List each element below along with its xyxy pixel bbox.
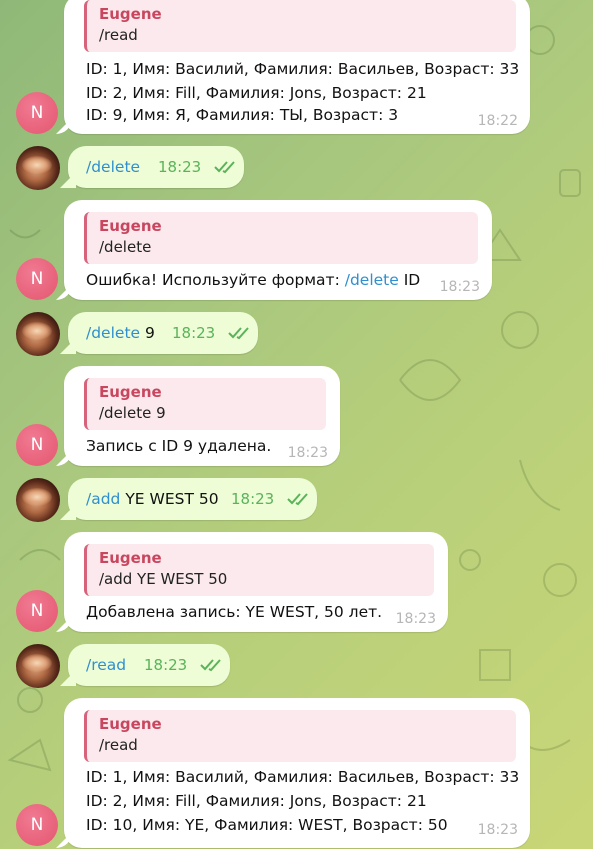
reply-quote[interactable]: Eugene /add YE WEST 50 [84, 544, 434, 596]
message-time: 18:22 [477, 113, 518, 129]
command-link[interactable]: /delete [86, 324, 140, 342]
message-line: Добавлена запись: YE WEST, 50 лет. [86, 603, 383, 621]
message-time: 18:23 [287, 445, 328, 461]
message-row: /read 18:23 [0, 644, 593, 688]
message-line: ID: 2, Имя: Fill, Фамилия: Jons, Возраст… [86, 84, 427, 102]
message-row: N Eugene /read ID: 1, Имя: Василий, Фами… [0, 0, 593, 134]
message-time: 18:23 [172, 324, 216, 342]
outgoing-message[interactable]: /read 18:23 [68, 644, 230, 686]
message-time: 18:23 [477, 822, 518, 838]
outgoing-message[interactable]: /delete 9 18:23 [68, 312, 258, 354]
reply-author: Eugene [99, 5, 162, 23]
reply-quote[interactable]: Eugene /read [84, 0, 516, 52]
message-line: ID: 9, Имя: Я, Фамилия: ТЫ, Возраст: 3 [86, 106, 399, 124]
reply-author: Eugene [99, 549, 162, 567]
bot-avatar[interactable]: N [16, 92, 58, 134]
message-line: Ошибка! Используйте формат: /delete ID [86, 271, 421, 289]
reply-text: /read [99, 736, 138, 754]
message-text: /add YE WEST 50 [86, 490, 219, 508]
user-avatar[interactable] [16, 146, 60, 190]
command-link[interactable]: /add [86, 490, 120, 508]
incoming-message[interactable]: Eugene /add YE WEST 50 Добавлена запись:… [64, 532, 448, 632]
message-time: 18:23 [395, 611, 436, 627]
bot-avatar[interactable]: N [16, 258, 58, 300]
message-line: ID: 1, Имя: Василий, Фамилия: Васильев, … [86, 60, 520, 78]
command-link[interactable]: /delete [86, 158, 140, 176]
incoming-message[interactable]: Eugene /read ID: 1, Имя: Василий, Фамили… [64, 0, 530, 134]
double-check-icon [200, 659, 221, 672]
message-row: N Eugene /delete Ошибка! Используйте фор… [0, 200, 593, 300]
message-line: ID: 2, Имя: Fill, Фамилия: Jons, Возраст… [86, 792, 427, 810]
outgoing-message[interactable]: /delete 18:23 [68, 146, 244, 188]
reply-text: /add YE WEST 50 [99, 570, 228, 588]
message-time: 18:23 [158, 158, 202, 176]
bot-avatar[interactable]: N [16, 804, 58, 846]
message-row: N Eugene /read ID: 1, Имя: Василий, Фами… [0, 698, 593, 849]
outgoing-message[interactable]: /add YE WEST 50 18:23 [68, 478, 317, 520]
double-check-icon [214, 161, 235, 174]
reply-quote[interactable]: Eugene /delete [84, 212, 478, 264]
message-time: 18:23 [144, 656, 188, 674]
incoming-message[interactable]: Eugene /delete 9 Запись с ID 9 удалена. … [64, 366, 340, 466]
double-check-icon [228, 327, 249, 340]
user-avatar[interactable] [16, 478, 60, 522]
reply-text: /read [99, 26, 138, 44]
reply-text: /delete 9 [99, 404, 166, 422]
reply-quote[interactable]: Eugene /read [84, 710, 516, 762]
command-link[interactable]: /read [86, 656, 126, 674]
incoming-message[interactable]: Eugene /delete Ошибка! Используйте форма… [64, 200, 492, 300]
message-time: 18:23 [231, 490, 275, 508]
double-check-icon [287, 493, 308, 506]
bot-avatar[interactable]: N [16, 424, 58, 466]
message-text: /read [86, 654, 126, 676]
message-row: N Eugene /add YE WEST 50 Добавлена запис… [0, 532, 593, 632]
message-line: ID: 1, Имя: Василий, Фамилия: Васильев, … [86, 768, 520, 786]
message-text: /delete 9 [86, 324, 155, 342]
message-line: ID: 10, Имя: YE, Фамилия: WEST, Возраст:… [86, 816, 448, 834]
reply-author: Eugene [99, 217, 162, 235]
user-avatar[interactable] [16, 312, 60, 356]
message-time: 18:23 [439, 279, 480, 295]
reply-quote[interactable]: Eugene /delete 9 [84, 378, 326, 430]
message-row: /delete 18:23 [0, 146, 593, 190]
message-line: Запись с ID 9 удалена. [86, 437, 272, 455]
incoming-message[interactable]: Eugene /read ID: 1, Имя: Василий, Фамили… [64, 698, 530, 848]
bot-avatar[interactable]: N [16, 590, 58, 632]
reply-author: Eugene [99, 383, 162, 401]
reply-author: Eugene [99, 715, 162, 733]
message-row: /add YE WEST 50 18:23 [0, 478, 593, 522]
reply-text: /delete [99, 238, 152, 256]
message-row: N Eugene /delete 9 Запись с ID 9 удалена… [0, 366, 593, 466]
command-link[interactable]: /delete [345, 271, 399, 289]
message-text: /delete [86, 156, 140, 178]
user-avatar[interactable] [16, 644, 60, 688]
message-row: /delete 9 18:23 [0, 312, 593, 356]
